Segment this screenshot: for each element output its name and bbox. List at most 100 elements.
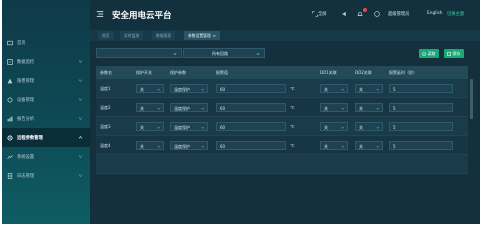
select-value: 关: [140, 87, 144, 92]
input-value: 5: [393, 106, 396, 111]
log-icon: [7, 172, 13, 179]
volume-button[interactable]: [342, 11, 348, 17]
help-button[interactable]: [374, 11, 380, 17]
table-row: 温度2 关 温度保护 60 ℃ 关 关 5: [96, 98, 468, 117]
protect-mode-select[interactable]: 温度保护: [170, 122, 208, 131]
read-button-label: 读取: [427, 51, 436, 56]
table-row: 温度4 关 温度保护 60 ℃ 关 关 5: [96, 136, 468, 155]
notification-button[interactable]: [357, 11, 363, 17]
protect-switch-select[interactable]: 关: [136, 84, 164, 93]
do1-select[interactable]: 关: [320, 103, 348, 112]
alarm-value-input[interactable]: 60: [216, 84, 286, 93]
chevron-down-icon: [201, 88, 204, 91]
save-button-label: 保存: [452, 51, 461, 56]
chevron-down-icon: [157, 145, 160, 148]
fullscreen-button[interactable]: 全屏: [312, 11, 327, 17]
language-switch[interactable]: English: [427, 11, 443, 16]
chevron-down-icon: [78, 79, 83, 82]
bell-icon: [357, 11, 363, 16]
protect-mode-select[interactable]: 温度保护: [170, 141, 208, 150]
do1-select[interactable]: 关: [320, 122, 348, 131]
input-value: 60: [220, 106, 226, 111]
app-window: 首页 数据监控 隐患管理 设备管理 报告分析 远程参数管理 系统设置 日志管理 …: [2, 0, 480, 224]
theme-switch[interactable]: 切换主题: [447, 11, 464, 17]
menu-fold-icon[interactable]: [96, 10, 104, 18]
chevron-up-icon: [78, 136, 83, 139]
param-name: 温度3: [100, 124, 111, 129]
notification-badge: [363, 8, 367, 12]
top-header: 安全用电云平台 全屏 超级管理员 English 切换主题: [90, 0, 480, 30]
monitor-icon: [7, 58, 13, 65]
delay-input[interactable]: 5: [389, 103, 453, 112]
table-header: 参数名 保护开关 保护参数 报警值 DO1关联 DO2关联 报警延时（秒）: [96, 66, 468, 79]
delay-input[interactable]: 5: [389, 122, 453, 131]
protect-switch-select[interactable]: 关: [136, 103, 164, 112]
user-name: 超级管理员: [388, 12, 410, 17]
chevron-down-icon: [341, 126, 344, 129]
device-select[interactable]: [96, 48, 182, 58]
sidebar-item-device[interactable]: 设备管理: [2, 90, 90, 109]
channel-select-value: 所有回路: [212, 51, 228, 56]
input-value: 5: [393, 144, 396, 149]
select-value: 关: [140, 144, 144, 149]
sidebar-item-monitor[interactable]: 数据监控: [2, 52, 90, 71]
sidebar-item-hazard[interactable]: 隐患管理: [2, 71, 90, 90]
do1-select[interactable]: 关: [320, 141, 348, 150]
read-button[interactable]: 读取: [419, 49, 439, 58]
alarm-value-input[interactable]: 60: [216, 103, 286, 112]
chevron-down-icon: [376, 145, 379, 148]
close-icon[interactable]: ×: [213, 33, 216, 38]
chevron-down-icon: [157, 107, 160, 110]
table-row: 温度3 关 温度保护 60 ℃ 关 关 5: [96, 117, 468, 136]
system-icon: [7, 154, 13, 160]
sidebar-item-label: 隐患管理: [17, 78, 35, 84]
sidebar-item-log[interactable]: 日志管理: [2, 166, 90, 185]
param-name: 温度2: [100, 105, 111, 110]
select-value: 温度保护: [174, 144, 190, 149]
select-value: 关: [324, 106, 328, 111]
do2-select[interactable]: 关: [355, 103, 383, 112]
main-content: 所有回路 读取 保存 参数名 保护开关 保护参数 报警值 DO1关联 DO2关联…: [90, 41, 480, 224]
sidebar-item-home[interactable]: 首页: [2, 33, 90, 52]
chevron-down-icon: [201, 107, 204, 110]
sidebar-item-report[interactable]: 报告分析: [2, 109, 90, 128]
sidebar-item-system[interactable]: 系统设置: [2, 147, 90, 166]
sidebar-item-remote-params[interactable]: 远程参数管理: [2, 128, 90, 147]
sidebar-item-label: 系统设置: [17, 154, 35, 160]
unit-label: ℃: [290, 86, 295, 91]
tab-home[interactable]: 首页: [98, 31, 114, 40]
sidebar-item-label: 远程参数管理: [17, 135, 43, 141]
alarm-value-input[interactable]: 60: [216, 122, 286, 131]
delay-input[interactable]: 5: [389, 141, 453, 150]
tab-param-settings[interactable]: 参数设置管理 ×: [184, 31, 220, 40]
column-header: 保护开关: [136, 70, 152, 75]
input-value: 60: [220, 144, 226, 149]
tab-label: 首页: [102, 33, 110, 38]
protect-mode-select[interactable]: 温度保护: [170, 84, 208, 93]
column-header: DO1关联: [320, 70, 337, 75]
select-value: 关: [359, 125, 363, 130]
do2-select[interactable]: 关: [355, 84, 383, 93]
protect-switch-select[interactable]: 关: [136, 141, 164, 150]
sidebar: 首页 数据监控 隐患管理 设备管理 报告分析 远程参数管理 系统设置 日志管理: [2, 0, 90, 224]
chevron-down-icon: [341, 88, 344, 91]
chevron-down-icon: [376, 126, 379, 129]
sidebar-item-label: 首页: [17, 40, 26, 46]
save-button[interactable]: 保存: [444, 49, 464, 58]
tab-report[interactable]: 数据报表: [152, 31, 176, 40]
delay-input[interactable]: 5: [389, 84, 453, 93]
do1-select[interactable]: 关: [320, 84, 348, 93]
user-menu[interactable]: 超级管理员: [388, 11, 409, 17]
protect-switch-select[interactable]: 关: [136, 122, 164, 131]
tab-realtime[interactable]: 实时监测: [120, 31, 144, 40]
table-scrollbar[interactable]: [470, 79, 473, 119]
do2-select[interactable]: 关: [355, 141, 383, 150]
channel-select[interactable]: 所有回路: [183, 48, 265, 58]
alarm-value-input[interactable]: 60: [216, 141, 286, 150]
select-value: 温度保护: [174, 106, 190, 111]
chevron-down-icon: [78, 155, 83, 158]
do2-select[interactable]: 关: [355, 122, 383, 131]
sidebar-item-label: 日志管理: [17, 173, 35, 179]
protect-mode-select[interactable]: 温度保护: [170, 103, 208, 112]
fullscreen-label: 全屏: [318, 12, 327, 17]
